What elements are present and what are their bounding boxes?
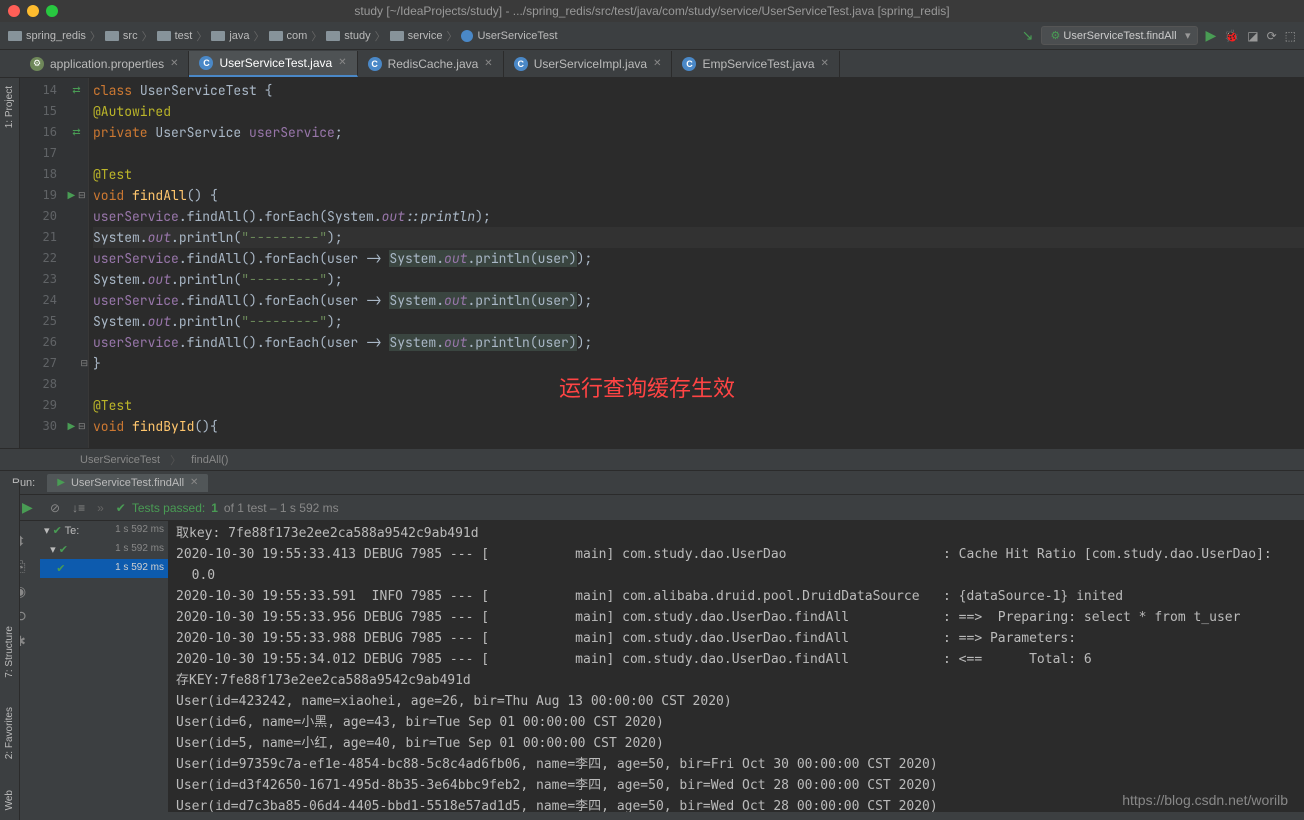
- profiler-icon[interactable]: ⟳: [1267, 29, 1277, 43]
- breadcrumb-class[interactable]: UserServiceTest: [80, 454, 160, 466]
- close-window-button[interactable]: [8, 5, 20, 17]
- breadcrumb-item[interactable]: src: [105, 30, 138, 42]
- run-tab-label: UserServiceTest.findAll: [71, 477, 184, 489]
- maximize-window-button[interactable]: [46, 5, 58, 17]
- editor-breadcrumb: UserServiceTest 〉 findAll(): [0, 448, 1304, 470]
- line-numbers: 1415161718192021222324252627282930: [20, 78, 65, 448]
- close-tab-icon[interactable]: ✕: [653, 58, 661, 69]
- run-body: ⬍ ⎘ ◉ ⟲ ✱ ▾ ✔ Te:1 s 592 ms ▾ ✔ 1 s 592 …: [0, 521, 1304, 812]
- favorites-tab[interactable]: 2: Favorites: [4, 707, 15, 759]
- breadcrumb-method[interactable]: findAll(): [191, 454, 228, 466]
- class-icon: C: [199, 56, 213, 70]
- test-toolbar: ▶ ⊘ ↓≡ » ✔ Tests passed: 1 of 1 test – 1…: [0, 495, 1304, 521]
- rerun-icon[interactable]: ▶: [22, 499, 33, 516]
- editor-tab[interactable]: CRedisCache.java✕: [358, 51, 504, 77]
- window-title: study [~/IdeaProjects/study] - .../sprin…: [354, 4, 949, 18]
- watermark: https://blog.csdn.net/worilb: [1122, 792, 1288, 808]
- test-tree-row[interactable]: ▾ ✔ Te:1 s 592 ms: [40, 521, 168, 540]
- test-status: ✔ Tests passed: 1 of 1 test – 1 s 592 ms: [116, 501, 339, 515]
- structure-tab[interactable]: 7: Structure: [4, 626, 15, 678]
- window-controls: [8, 5, 58, 17]
- left-bottom-tabs: 7: Structure 2: Favorites Web: [0, 483, 20, 820]
- run-panel-header: Run: ▶ UserServiceTest.findAll ✕: [0, 470, 1304, 495]
- breadcrumb-item[interactable]: com: [269, 30, 308, 42]
- breadcrumb-item[interactable]: test: [157, 30, 193, 42]
- project-tab[interactable]: 1: Project: [4, 86, 15, 128]
- test-tree[interactable]: ▾ ✔ Te:1 s 592 ms ▾ ✔ 1 s 592 ms ✔ 1 s 5…: [40, 521, 168, 812]
- editor-area: 1: Project 14151617181920212223242526272…: [0, 78, 1304, 448]
- console-output[interactable]: 取key: 7fe88f173e2ee2ca588a9542c9ab491d 2…: [168, 521, 1304, 812]
- toolbar: spring_redis〉src〉test〉java〉com〉study〉ser…: [0, 22, 1304, 50]
- run-button-icon[interactable]: ▶: [1206, 27, 1217, 44]
- close-icon[interactable]: ✕: [190, 477, 198, 488]
- toolbar-right: ↘ ⚙ UserServiceTest.findAll ▶ 🐞 ◪ ⟳ ⬚: [1022, 26, 1296, 45]
- code-editor[interactable]: class UserServiceTest { @Autowired priva…: [89, 78, 1304, 448]
- breadcrumb-item[interactable]: spring_redis: [8, 30, 86, 42]
- editor-tab[interactable]: CUserServiceImpl.java✕: [504, 51, 673, 77]
- title-bar: study [~/IdeaProjects/study] - .../sprin…: [0, 0, 1304, 22]
- run-tab[interactable]: ▶ UserServiceTest.findAll ✕: [47, 474, 208, 492]
- left-tool-tabs: 1: Project: [0, 78, 20, 448]
- close-tab-icon[interactable]: ✕: [821, 58, 829, 69]
- toggle-icon[interactable]: ⊘: [50, 501, 60, 515]
- web-tab[interactable]: Web: [4, 790, 15, 810]
- gutter-icons: ⇄ ⇄ ▶ ⊟ ⊟ ▶ ⊟: [65, 78, 89, 448]
- class-icon: C: [368, 57, 382, 71]
- test-tree-row[interactable]: ✔ 1 s 592 ms: [40, 559, 168, 578]
- run-config-selector[interactable]: ⚙ UserServiceTest.findAll: [1041, 26, 1197, 45]
- breadcrumb-item[interactable]: service: [390, 30, 443, 42]
- search-icon[interactable]: ⬚: [1285, 29, 1296, 43]
- editor-tab[interactable]: ⚙application.properties✕: [20, 51, 189, 77]
- debug-button-icon[interactable]: 🐞: [1224, 29, 1239, 43]
- breadcrumb-item[interactable]: UserServiceTest: [461, 30, 557, 42]
- sort-icon[interactable]: ↓≡: [72, 501, 85, 515]
- editor-tab[interactable]: CUserServiceTest.java✕: [189, 51, 357, 77]
- minimize-window-button[interactable]: [27, 5, 39, 17]
- coverage-icon[interactable]: ◪: [1247, 29, 1258, 43]
- run-config-label: UserServiceTest.findAll: [1063, 30, 1176, 42]
- class-icon: C: [682, 57, 696, 71]
- close-tab-icon[interactable]: ✕: [170, 58, 178, 69]
- close-tab-icon[interactable]: ✕: [338, 57, 346, 68]
- class-icon: C: [514, 57, 528, 71]
- breadcrumbs: spring_redis〉src〉test〉java〉com〉study〉ser…: [8, 28, 558, 44]
- annotation-text: 运行查询缓存生效: [559, 378, 735, 399]
- build-icon[interactable]: ↘: [1022, 27, 1034, 44]
- close-tab-icon[interactable]: ✕: [484, 58, 492, 69]
- editor-tab[interactable]: CEmpServiceTest.java✕: [672, 51, 839, 77]
- test-tree-row[interactable]: ▾ ✔ 1 s 592 ms: [40, 540, 168, 559]
- editor-tabs: ⚙application.properties✕CUserServiceTest…: [0, 50, 1304, 78]
- breadcrumb-item[interactable]: java: [211, 30, 249, 42]
- breadcrumb-item[interactable]: study: [326, 30, 370, 42]
- config-icon: ⚙: [30, 57, 44, 71]
